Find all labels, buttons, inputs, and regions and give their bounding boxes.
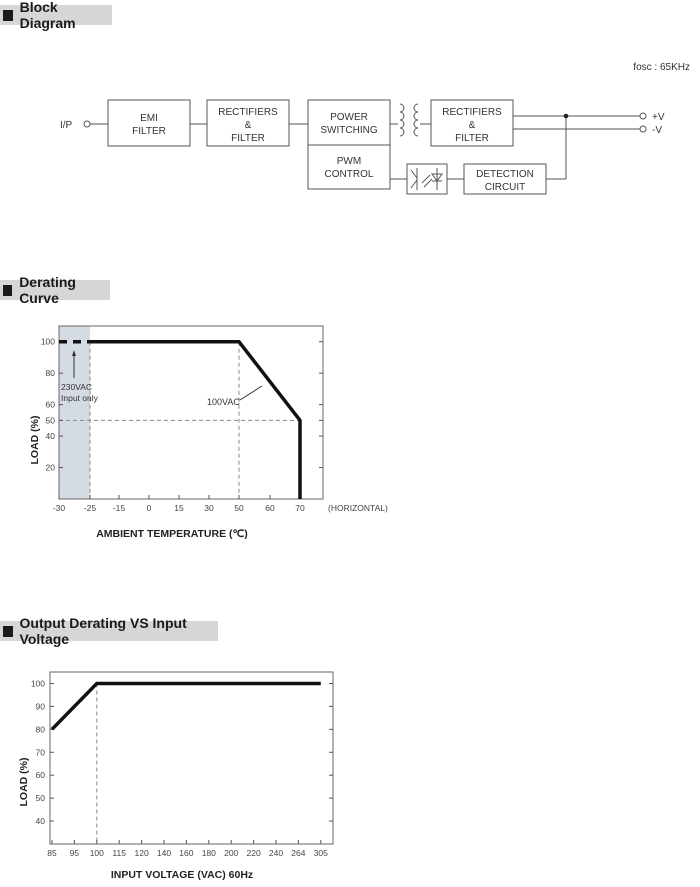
x-tick-label: 220 (247, 848, 261, 858)
x-tick-label: 30 (204, 503, 214, 513)
x-tick-label: 0 (147, 503, 152, 513)
pwm-label-2: CONTROL (325, 169, 374, 180)
output-neg-terminal-icon (639, 125, 647, 133)
y-tick-label: 80 (36, 724, 46, 734)
y-tick-label: 100 (31, 678, 45, 688)
output-derating-chart: 40 50 60 70 80 90 100 85 95 100 115 120 140 160 180 200… (18, 671, 334, 881)
x-tick-label: 160 (179, 848, 193, 858)
rect1-label-2: & (245, 120, 252, 131)
x-tick-label: 305 (314, 848, 328, 858)
y-axis-title: LOAD (%) (18, 758, 30, 807)
power-label-1: POWER (330, 112, 368, 123)
x-tick-label: 240 (269, 848, 283, 858)
rect2-label-2: & (469, 120, 476, 131)
x-tick-label: -15 (113, 503, 126, 513)
x-tick-label: 60 (265, 503, 275, 513)
fosc-label: fosc : 65KHz (633, 62, 690, 73)
x-tick-label: 200 (224, 848, 238, 858)
y-tick-label: 60 (36, 770, 46, 780)
x-tick-label: 140 (157, 848, 171, 858)
transformer-icon (399, 103, 419, 137)
x-tick-label: 180 (202, 848, 216, 858)
x-axis-title: AMBIENT TEMPERATURE (℃) (96, 528, 248, 540)
annotation-input-only: Input only (61, 393, 99, 403)
y-tick-label: 50 (36, 793, 46, 803)
annotation-pointer (239, 385, 263, 401)
x-tick-label: -30 (53, 503, 66, 513)
y-tick-label: 80 (46, 368, 56, 378)
x-tick-label: 115 (112, 848, 126, 858)
x-axis-title: INPUT VOLTAGE (VAC) 60Hz (111, 869, 253, 881)
x-tick-label: 264 (291, 848, 305, 858)
x-tick-label: 50 (234, 503, 244, 513)
y-tick-label: 90 (36, 701, 46, 711)
junction-dot (563, 113, 569, 119)
annotation-230vac: 230VAC (61, 382, 92, 392)
x-tick-label: 85 (47, 848, 57, 858)
x-tick-label: 100 (90, 848, 104, 858)
y-tick-label: 100 (41, 337, 55, 347)
y-tick-label: 20 (46, 463, 56, 473)
block-diagram: fosc : 65KHz I/P +V -V EMI FILTER RECTIF… (60, 62, 690, 195)
output-neg-label: -V (652, 125, 662, 136)
annotation-100vac: 100VAC (207, 397, 240, 407)
rect1-label-3: FILTER (231, 133, 265, 144)
x-tick-label: 70 (295, 503, 305, 513)
input-terminal-icon (83, 120, 91, 128)
y-tick-label: 40 (36, 816, 46, 826)
detect-label-2: CIRCUIT (485, 182, 526, 193)
emi-label-2: FILTER (132, 126, 166, 137)
rect1-label-1: RECTIFIERS (218, 107, 278, 118)
y-tick-label: 40 (46, 431, 56, 441)
power-label-2: SWITCHING (320, 125, 377, 136)
y-axis-title: LOAD (%) (29, 416, 41, 465)
optocoupler-icon (406, 163, 448, 195)
rect2-label-1: RECTIFIERS (442, 107, 502, 118)
x-suffix-label: (HORIZONTAL) (328, 503, 388, 513)
x-tick-label: 95 (70, 848, 80, 858)
output-pos-terminal-icon (639, 112, 647, 120)
rect2-label-3: FILTER (455, 133, 489, 144)
pwm-control-block (307, 144, 391, 190)
input-label: I/P (60, 120, 73, 131)
derating-curve-chart: 20 40 50 60 80 100 -30 -25 -15 0 15 30 50 60 70 (HORIZO… (29, 325, 388, 540)
y-tick-label: 60 (46, 400, 56, 410)
y-tick-label: 50 (46, 415, 56, 425)
detect-label-1: DETECTION (476, 169, 534, 180)
pwm-label-1: PWM (337, 156, 361, 167)
plot-frame (58, 325, 324, 500)
x-tick-label: 120 (135, 848, 149, 858)
y-tick-label: 70 (36, 747, 46, 757)
series-line-load (50, 681, 321, 731)
x-tick-label: -25 (84, 503, 97, 513)
output-pos-label: +V (652, 112, 665, 123)
plot-frame (49, 671, 334, 845)
emi-label-1: EMI (140, 113, 158, 124)
x-tick-label: 15 (174, 503, 184, 513)
